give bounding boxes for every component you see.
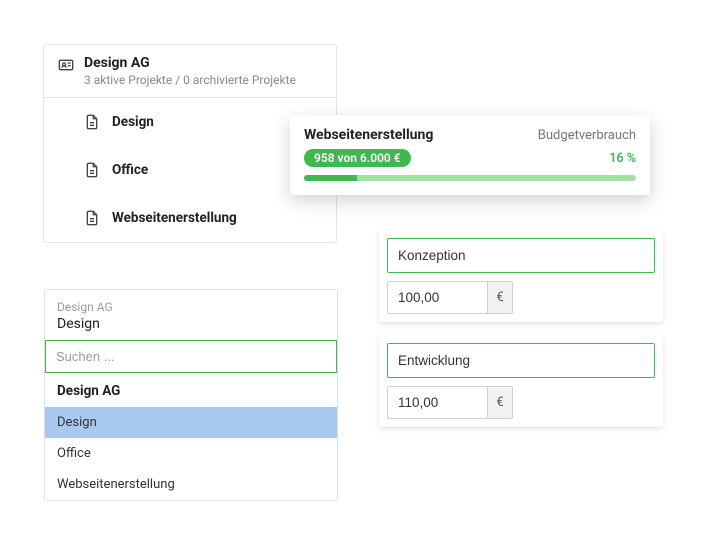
budget-percent: 16 %: [609, 151, 636, 166]
client-title: Design AG: [84, 55, 296, 71]
budget-progress-bar: [304, 175, 636, 181]
dropdown-item-office[interactable]: Office: [45, 438, 337, 469]
budget-popover: Webseitenerstellung Budgetverbrauch 958 …: [290, 115, 650, 195]
currency-unit: €: [487, 281, 513, 314]
search-input[interactable]: [45, 340, 337, 373]
dropdown-header: Design AG Design: [45, 290, 337, 340]
document-icon: [84, 114, 100, 130]
rate-value-input[interactable]: [387, 386, 487, 419]
budget-progress-fill: [304, 175, 357, 181]
dropdown-company-label: Design AG: [57, 300, 325, 314]
document-icon: [84, 210, 100, 226]
budget-usage-label: Budgetverbrauch: [538, 128, 636, 143]
id-card-icon: [58, 57, 74, 73]
project-label: Webseitenerstellung: [112, 210, 237, 226]
dropdown-group-title: Design AG: [45, 373, 337, 407]
client-card-header: Design AG 3 aktive Projekte / 0 archivie…: [44, 45, 336, 98]
project-label: Design: [112, 114, 154, 130]
budget-title: Webseitenerstellung: [304, 127, 433, 143]
rate-name-input[interactable]: [387, 238, 655, 273]
project-label: Office: [112, 162, 148, 178]
client-subtitle: 3 aktive Projekte / 0 archivierte Projek…: [84, 73, 296, 87]
dropdown-item-webseitenerstellung[interactable]: Webseitenerstellung: [45, 469, 337, 500]
project-dropdown: Design AG Design Design AG Design Office…: [44, 289, 338, 501]
rate-card-entwicklung: €: [379, 335, 663, 427]
project-row-webseitenerstellung[interactable]: Webseitenerstellung: [44, 194, 336, 242]
rate-card-konzeption: €: [379, 230, 663, 322]
document-icon: [84, 162, 100, 178]
currency-unit: €: [487, 386, 513, 419]
rate-name-input[interactable]: [387, 343, 655, 378]
budget-amount-pill: 958 von 6.000 €: [304, 149, 411, 167]
dropdown-selected-project: Design: [57, 316, 325, 332]
rate-value-input[interactable]: [387, 281, 487, 314]
dropdown-item-design[interactable]: Design: [45, 407, 337, 438]
